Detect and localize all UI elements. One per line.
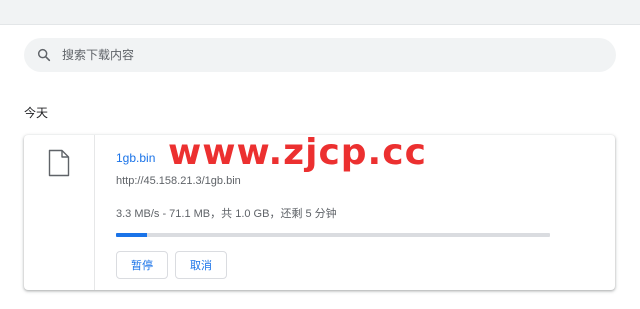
- search-bar[interactable]: [24, 38, 616, 72]
- file-icon: [48, 149, 70, 177]
- progress-fill: [116, 233, 147, 237]
- progress-bar: [116, 233, 550, 237]
- search-icon: [37, 48, 51, 62]
- cancel-button[interactable]: 取消: [175, 251, 227, 279]
- file-icon-column: [24, 135, 95, 290]
- date-header: 今天: [24, 106, 49, 120]
- download-status: 3.3 MB/s - 71.1 MB，共 1.0 GB，还剩 5 分钟: [116, 208, 337, 220]
- search-input[interactable]: [62, 38, 582, 72]
- file-url: http://45.158.21.3/1gb.bin: [116, 175, 241, 187]
- file-name-link[interactable]: 1gb.bin: [116, 151, 155, 165]
- toolbar-background: [0, 0, 640, 25]
- pause-button[interactable]: 暂停: [116, 251, 168, 279]
- watermark-text: www.zjcp.cc: [168, 132, 427, 173]
